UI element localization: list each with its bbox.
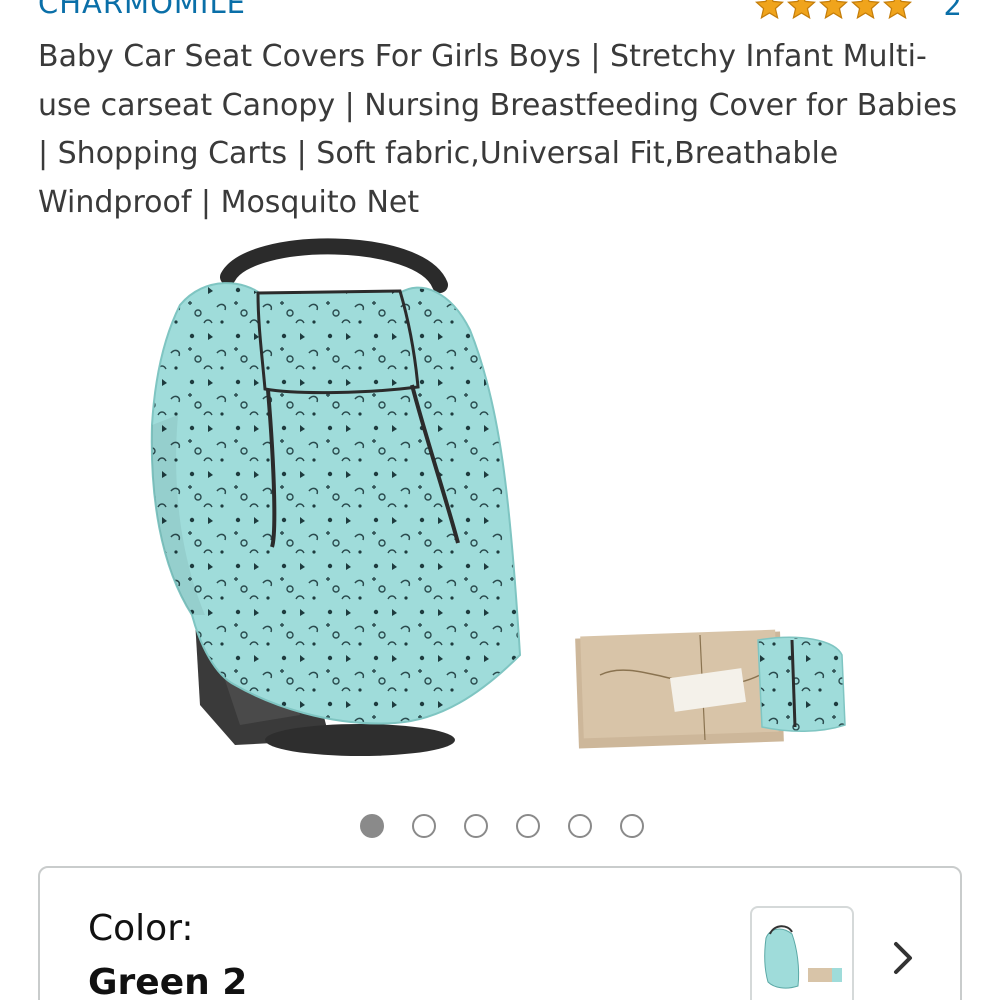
brand-link[interactable]: CHARMOMILE <box>38 0 246 20</box>
color-variation-selector[interactable]: Color: Green 2 <box>38 866 962 1000</box>
star-icon <box>786 0 816 19</box>
carousel-dot[interactable] <box>412 814 436 838</box>
carousel-dot[interactable] <box>516 814 540 838</box>
star-rating <box>754 0 912 20</box>
star-icon <box>754 0 784 19</box>
carousel-dot[interactable] <box>360 814 384 838</box>
product-image-gallery[interactable] <box>0 235 1000 795</box>
product-thumbnail-image <box>764 925 842 989</box>
rating-count[interactable]: 2 <box>944 0 962 22</box>
carousel-dot[interactable] <box>568 814 592 838</box>
chevron-right-icon[interactable] <box>890 940 916 976</box>
carousel-dot[interactable] <box>464 814 488 838</box>
star-icon <box>850 0 880 19</box>
star-icon <box>818 0 848 19</box>
star-icon <box>882 0 912 19</box>
image-carousel-indicator[interactable] <box>360 814 644 838</box>
carousel-dot[interactable] <box>620 814 644 838</box>
variation-thumbnail[interactable] <box>750 906 854 1000</box>
variation-label: Color: <box>88 908 194 949</box>
rating-summary[interactable]: 2 <box>754 0 962 22</box>
variation-value: Green 2 <box>88 962 248 1000</box>
product-title: Baby Car Seat Covers For Girls Boys | St… <box>38 39 958 220</box>
product-image <box>150 238 846 756</box>
